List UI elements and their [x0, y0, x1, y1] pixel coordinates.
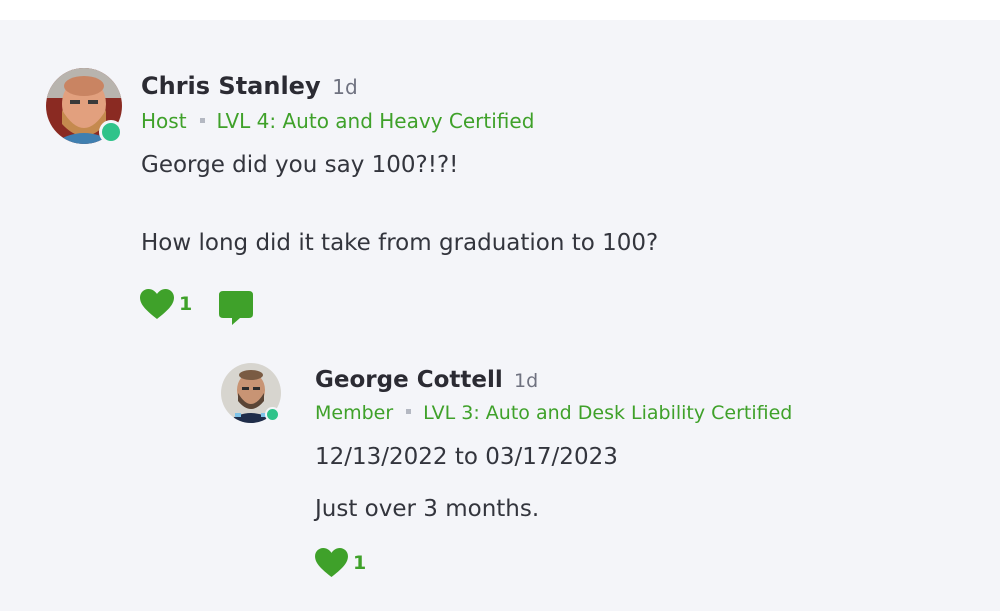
online-status-indicator [99, 120, 123, 144]
separator-dot [199, 118, 205, 123]
reply-timestamp: 1d [514, 370, 539, 392]
reply-author-name[interactable]: George Cottell [315, 367, 503, 393]
separator-dot [406, 409, 412, 414]
comment-bubble-icon [219, 291, 253, 325]
reply-paragraph-2: Just over 3 months. [315, 496, 540, 522]
comment-author-name[interactable]: Chris Stanley [141, 72, 321, 100]
comment-paragraph-2: How long did it take from graduation to … [141, 230, 659, 256]
reply-like-count: 1 [353, 551, 367, 574]
chris-stanley-avatar[interactable] [46, 68, 123, 144]
comment-author-role: Host [141, 109, 187, 133]
reply-like-button[interactable]: 1 [314, 547, 366, 578]
comment-timestamp: 1d [332, 75, 358, 99]
reply-paragraph-1: 12/13/2022 to 03/17/2023 [315, 444, 618, 470]
heart-icon [140, 289, 174, 319]
reply-author-role: Member [315, 402, 394, 424]
comment-reply-button[interactable] [218, 290, 254, 330]
comment-author-level: LVL 4: Auto and Heavy Certified [216, 109, 535, 133]
george-cottell-avatar[interactable] [221, 363, 281, 423]
comment-paragraph-1: George did you say 100?!?! [141, 152, 459, 178]
comment-like-button[interactable]: 1 [139, 288, 192, 320]
comment-like-count: 1 [179, 293, 193, 315]
heart-icon [315, 547, 348, 578]
reply-author-level: LVL 3: Auto and Desk Liability Certified [423, 402, 793, 424]
online-status-indicator [265, 407, 280, 422]
